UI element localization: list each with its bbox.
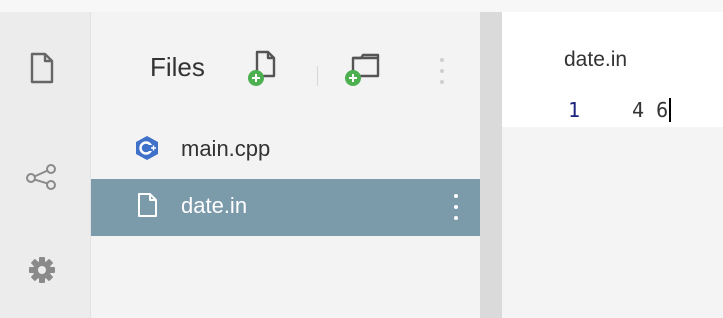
file-row-date-in[interactable]: date.in bbox=[91, 179, 480, 236]
files-sidebar: Files main.cpp date.in bbox=[91, 12, 480, 318]
activity-rail bbox=[0, 12, 91, 318]
code-line[interactable]: 1 4 6 bbox=[502, 94, 723, 124]
new-folder-button[interactable] bbox=[341, 46, 387, 90]
rail-share-button[interactable] bbox=[22, 156, 62, 196]
line-number: 1 bbox=[568, 98, 581, 122]
header-divider bbox=[317, 66, 318, 86]
line-text[interactable]: 4 6 bbox=[632, 98, 668, 122]
file-name: date.in bbox=[181, 193, 248, 218]
share-icon bbox=[26, 164, 56, 190]
new-folder-icon bbox=[345, 53, 380, 86]
rail-settings-button[interactable] bbox=[22, 250, 62, 290]
file-more-button[interactable] bbox=[451, 194, 461, 224]
editor-tab[interactable]: date.in bbox=[564, 48, 627, 72]
editor-pane: date.in 1 4 6 bbox=[502, 12, 723, 318]
file-row-main-cpp[interactable]: main.cpp bbox=[91, 122, 480, 179]
panel-splitter[interactable] bbox=[480, 12, 502, 318]
files-icon bbox=[30, 52, 54, 84]
sidebar-more-button[interactable] bbox=[437, 58, 447, 88]
sidebar-title: Files bbox=[150, 52, 205, 82]
file-name: main.cpp bbox=[181, 136, 271, 161]
top-strip bbox=[0, 0, 723, 12]
sidebar-header: Files bbox=[91, 12, 480, 112]
cpp-file-icon bbox=[136, 136, 158, 160]
line-content[interactable]: 4 6 bbox=[632, 98, 672, 122]
file-icon bbox=[138, 193, 157, 217]
new-file-icon bbox=[248, 50, 276, 86]
rail-files-button[interactable] bbox=[22, 48, 62, 88]
editor-tab-area: date.in 1 4 6 bbox=[502, 12, 723, 127]
settings-icon bbox=[29, 257, 55, 283]
text-caret bbox=[669, 98, 672, 122]
new-file-button[interactable] bbox=[244, 46, 284, 90]
